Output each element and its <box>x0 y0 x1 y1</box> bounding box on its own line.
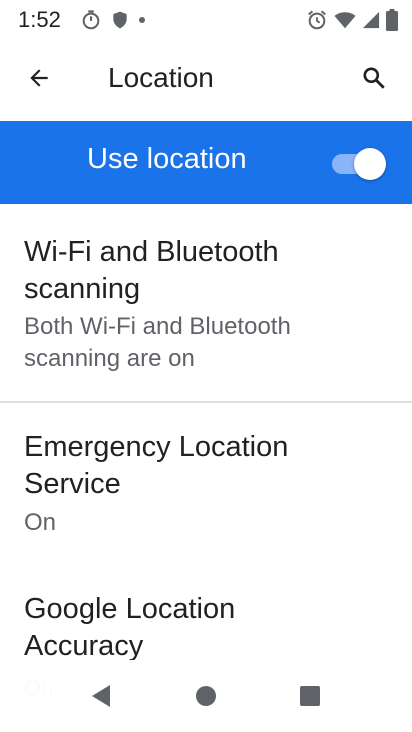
item-title-line1: Emergency Location <box>24 431 289 463</box>
back-button[interactable] <box>14 56 64 104</box>
item-title-line1: Google Location <box>24 593 236 625</box>
list-item-emergency-location-service[interactable]: Emergency Location Service On <box>0 403 412 568</box>
item-subtitle-line1: Both Wi-Fi and Bluetooth <box>24 313 291 340</box>
item-title-line2: Service <box>24 468 121 500</box>
item-title-line2: scanning <box>24 273 141 305</box>
item-subtitle: On <box>24 509 57 536</box>
back-triangle-icon <box>90 683 114 714</box>
app-bar: Location <box>0 40 412 120</box>
status-right-icons <box>306 8 398 32</box>
nav-home-button[interactable] <box>186 678 226 718</box>
status-time: 1:52 <box>18 7 61 32</box>
battery-icon <box>386 9 398 31</box>
status-left-icons <box>80 8 146 32</box>
item-subtitle-line2: scanning are on <box>24 345 195 372</box>
arrow-back-icon <box>26 65 52 96</box>
status-bar: 1:52 <box>0 0 412 40</box>
search-button[interactable] <box>350 56 398 104</box>
wifi-icon <box>334 10 356 30</box>
alarm-icon <box>306 9 328 31</box>
signal-icon <box>362 10 380 30</box>
list-item-wifi-bluetooth-scanning[interactable]: Wi-Fi and Bluetooth scanning Both Wi-Fi … <box>0 204 412 401</box>
item-title-line2: Accuracy <box>24 630 144 660</box>
search-icon <box>361 65 387 96</box>
page-title: Location <box>108 62 214 93</box>
dot-icon <box>138 16 146 24</box>
home-circle-icon <box>195 685 217 712</box>
nav-recents-button[interactable] <box>290 678 330 718</box>
use-location-label: Use location <box>87 143 247 175</box>
item-title-line1: Wi-Fi and Bluetooth <box>24 236 279 268</box>
stopwatch-icon <box>80 9 102 31</box>
recents-square-icon <box>299 685 321 712</box>
toggle-thumb <box>354 148 386 180</box>
navigation-bar <box>0 660 412 732</box>
list-item-google-location-accuracy[interactable]: Google Location Accuracy <box>0 568 412 660</box>
shield-icon <box>110 9 130 31</box>
nav-back-button[interactable] <box>82 678 122 718</box>
use-location-toggle[interactable] <box>332 146 386 180</box>
